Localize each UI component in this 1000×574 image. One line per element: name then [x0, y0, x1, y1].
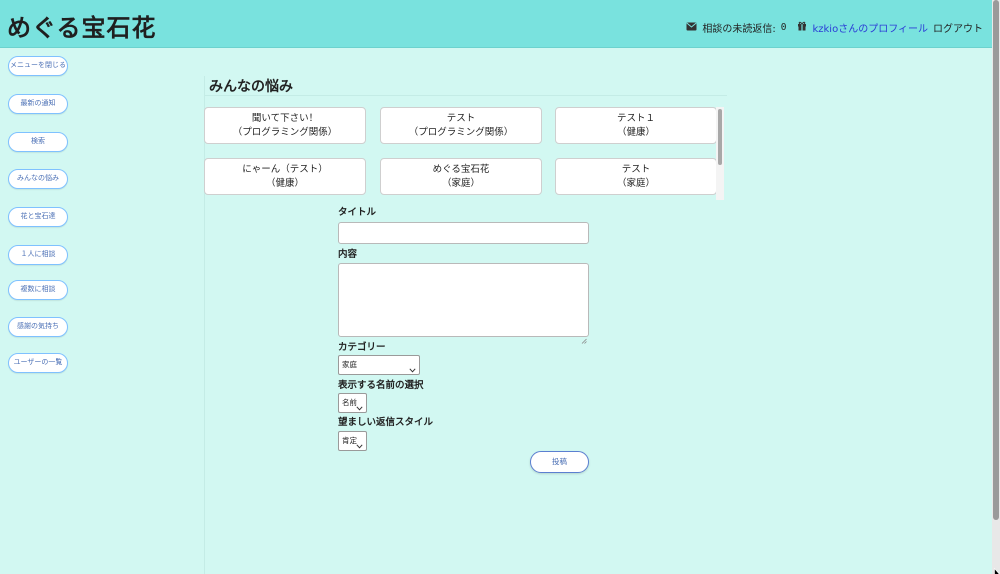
sidebar-item-gratitude[interactable]: 感謝の気持ち	[8, 317, 68, 337]
reply-style-select[interactable]: 肯定	[338, 431, 367, 451]
unread-label: 相談の未読返信:	[702, 24, 776, 35]
page-scrollbar-thumb[interactable]	[993, 0, 999, 520]
title-input[interactable]	[338, 222, 589, 244]
logout-link[interactable]: ログアウト	[933, 20, 983, 35]
sidebar-item-user-list[interactable]: ユーザーの一覧	[8, 353, 68, 373]
mouse-cursor-icon	[994, 563, 1000, 574]
worry-card-title: めぐる宝石花	[432, 164, 490, 175]
category-select[interactable]: 家庭	[338, 355, 420, 375]
title-label: タイトル	[338, 207, 377, 218]
sidebar-item-latest-notifications[interactable]: 最新の通知	[8, 94, 68, 114]
worry-card-category: （プログラミング関係）	[232, 127, 338, 138]
worry-card-category: （家庭）	[441, 178, 480, 189]
sidebar-item-flowers-and-gems[interactable]: 花と宝石達	[8, 207, 68, 227]
worry-card[interactable]: 聞いて下さい！ （プログラミング関係）	[204, 107, 366, 144]
worry-card-title: テスト１	[616, 113, 655, 124]
worry-card-category: （健康）	[265, 178, 304, 189]
post-button[interactable]: 投稿	[530, 451, 589, 473]
envelope-icon	[686, 22, 697, 34]
content-textarea[interactable]	[338, 263, 589, 344]
category-selected-value: 家庭	[342, 360, 357, 369]
worry-card-title: テスト	[621, 164, 651, 175]
category-label: カテゴリー	[338, 342, 386, 353]
sidebar-item-search[interactable]: 検索	[8, 132, 68, 152]
top-header: めぐる宝石花 相談の未読返信: 0 kzkioさんのプロフィール ログアウト	[0, 0, 992, 48]
reply-style-label: 望ましい返信スタイル	[338, 417, 434, 428]
reply-style-selected-value: 肯定	[342, 436, 357, 445]
worry-card-title: 聞いて下さい！	[251, 113, 319, 124]
title-divider	[204, 95, 727, 96]
worry-card-title: にゃーん（テスト）	[242, 164, 328, 175]
profile-link[interactable]: kzkioさんのプロフィール	[812, 20, 928, 35]
page-scrollbar[interactable]	[992, 0, 1000, 574]
card-list-scrollbar-thumb[interactable]	[718, 109, 722, 165]
content-label: 内容	[338, 249, 358, 260]
card-list-scrollbar[interactable]	[716, 107, 724, 200]
gift-icon	[797, 21, 807, 34]
sidebar-item-consult-one[interactable]: １人に相談	[8, 245, 68, 265]
worry-card-category: （家庭）	[616, 178, 655, 189]
unread-count: 0	[780, 22, 787, 33]
sidebar-item-everyones-worries[interactable]: みんなの悩み	[8, 169, 68, 189]
display-name-selected-value: 名前	[342, 398, 357, 407]
worry-card-category: （健康）	[616, 127, 655, 138]
sidebar-item-consult-multiple[interactable]: 複数に相談	[8, 280, 68, 300]
worry-card[interactable]: テスト （家庭）	[555, 158, 717, 195]
worry-card[interactable]: テスト （プログラミング関係）	[380, 107, 542, 144]
worry-card-category: （プログラミング関係）	[408, 127, 514, 138]
page-title: みんなの悩み	[209, 79, 293, 95]
worry-card[interactable]: にゃーん（テスト） （健康）	[204, 158, 366, 195]
sidebar-item-close-menu[interactable]: メニューを閉じる	[8, 56, 68, 76]
worry-card-list: 聞いて下さい！ （プログラミング関係） テスト （プログラミング関係） テスト１…	[204, 107, 727, 200]
display-name-label: 表示する名前の選択	[338, 380, 424, 391]
worry-card[interactable]: めぐる宝石花 （家庭）	[380, 158, 542, 195]
header-status-bar: 相談の未読返信: 0 kzkioさんのプロフィール ログアウト	[686, 20, 983, 35]
worry-card-title: テスト	[446, 113, 476, 124]
resize-grip-icon[interactable]	[581, 329, 587, 344]
display-name-select[interactable]: 名前	[338, 393, 367, 413]
worry-card[interactable]: テスト１ （健康）	[555, 107, 717, 144]
chevron-down-icon	[356, 438, 363, 456]
site-logo[interactable]: めぐる宝石花	[7, 8, 157, 43]
